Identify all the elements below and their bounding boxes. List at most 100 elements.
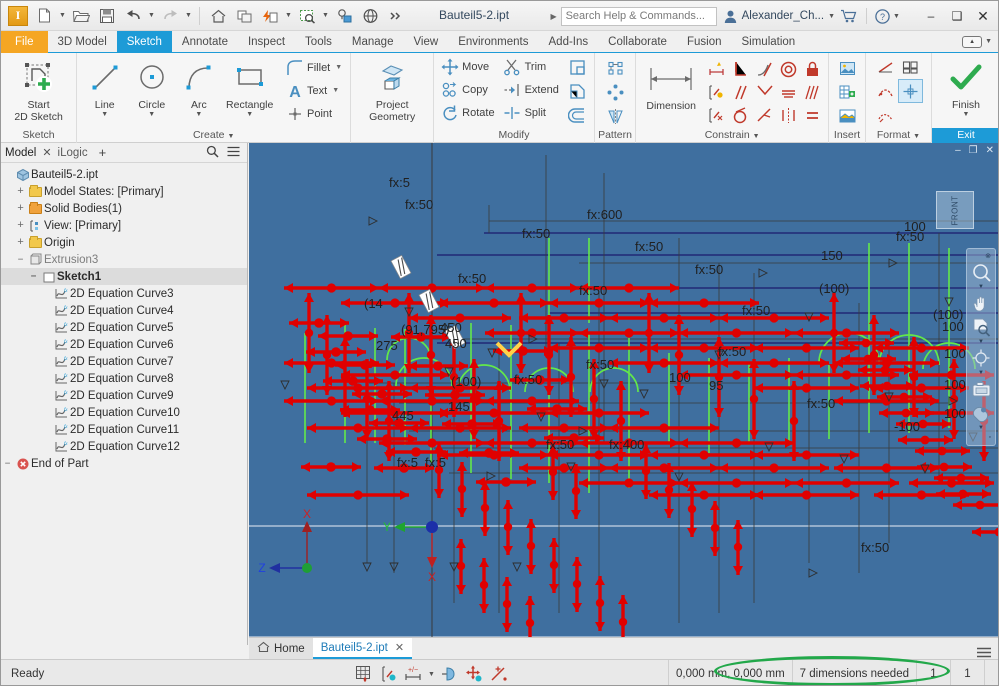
tree-item[interactable]: fx 2D Equation Curve5 xyxy=(1,319,247,336)
navbar-options-icon[interactable]: ▫ xyxy=(989,434,991,441)
line-dropdown-caret[interactable]: ▼ xyxy=(101,111,108,118)
orbit-tool-caret[interactable]: ▼ xyxy=(978,370,984,377)
tangent2-constraint-icon[interactable] xyxy=(728,103,753,127)
viewport-close-button[interactable]: ✕ xyxy=(983,145,997,156)
view-cube[interactable]: FRONT xyxy=(936,191,974,229)
new-document-dropdown[interactable]: ▼ xyxy=(57,4,68,28)
rotate-button[interactable]: Rotate xyxy=(438,101,498,124)
line-button[interactable]: Line ▼ xyxy=(81,56,128,118)
tree-item[interactable]: fx 2D Equation Curve4 xyxy=(1,302,247,319)
material-icon[interactable] xyxy=(332,4,356,28)
undo-dropdown[interactable]: ▼ xyxy=(146,4,157,28)
point-button[interactable]: Point xyxy=(283,102,346,125)
navbar-close-icon[interactable]: ⊗ xyxy=(985,252,991,260)
browser-add-tab-button[interactable]: + xyxy=(92,145,107,160)
zoom-tool-caret[interactable]: ▼ xyxy=(978,284,984,291)
window-close-button[interactable]: ✕ xyxy=(970,3,996,29)
smooth-constraint-icon[interactable] xyxy=(800,80,825,104)
redo-arrow-icon[interactable] xyxy=(158,4,182,28)
shopping-cart-icon[interactable] xyxy=(838,5,860,27)
open-folder-icon[interactable] xyxy=(69,4,93,28)
dynamic-input-icon[interactable] xyxy=(463,663,485,685)
hide-constraints-icon[interactable] xyxy=(704,103,729,127)
auto-dimension-icon[interactable] xyxy=(704,57,729,81)
normal-geometry-icon[interactable] xyxy=(873,103,898,127)
return-icon[interactable] xyxy=(232,4,256,28)
tab-fusion[interactable]: Fusion xyxy=(677,31,732,53)
model-tree[interactable]: Bauteil5-2.ipt + Model States: [Primary] + S… xyxy=(1,163,247,645)
tab-home[interactable]: Home xyxy=(249,638,313,659)
tab-view[interactable]: View xyxy=(403,31,448,53)
concentric-constraint-icon[interactable] xyxy=(776,57,801,81)
rectangle-button[interactable]: Rectangle ▼ xyxy=(222,56,277,118)
tree-expander-icon[interactable]: – xyxy=(27,271,40,283)
stretch-icon[interactable] xyxy=(565,79,590,103)
pan-hand-tool-icon[interactable] xyxy=(968,291,994,315)
tree-item[interactable]: fx 2D Equation Curve12 xyxy=(1,438,247,455)
inventor-logo-icon[interactable]: I xyxy=(6,4,30,28)
tab-inspect[interactable]: Inspect xyxy=(238,31,295,53)
tree-expander-icon[interactable]: – xyxy=(14,254,27,266)
look-at-tool-icon[interactable] xyxy=(968,401,994,425)
search-icon[interactable] xyxy=(206,145,219,161)
ribbon-options-caret[interactable]: ▼ xyxy=(985,38,992,45)
circle-button[interactable]: Circle ▼ xyxy=(128,56,175,118)
dimension-input-caret[interactable]: ▼ xyxy=(428,671,435,678)
insert-acad-icon[interactable] xyxy=(835,104,860,128)
scale-icon[interactable] xyxy=(565,55,590,79)
viewport-restore-button[interactable]: ❐ xyxy=(966,145,981,156)
doc-tabs-overflow[interactable] xyxy=(976,647,998,659)
home-icon[interactable] xyxy=(206,4,230,28)
tree-item[interactable]: – Sketch1 xyxy=(1,268,247,285)
tree-item[interactable]: fx 2D Equation Curve6 xyxy=(1,336,247,353)
mirror-icon[interactable] xyxy=(603,104,628,128)
tangent-constraint-icon[interactable] xyxy=(752,57,777,81)
tab-environments[interactable]: Environments xyxy=(448,31,538,53)
user-dropdown-caret[interactable]: ▼ xyxy=(828,13,835,20)
centerline-icon[interactable] xyxy=(873,79,898,103)
finish-sketch-button[interactable]: Finish ▼ xyxy=(936,56,996,118)
appearance-sphere-icon[interactable] xyxy=(358,4,382,28)
tab-collaborate[interactable]: Collaborate xyxy=(598,31,677,53)
horizontal-constraint-icon[interactable] xyxy=(752,103,777,127)
look-at-caret[interactable]: ▼ xyxy=(978,425,984,432)
resize-grip-icon[interactable] xyxy=(984,660,998,685)
tab-bauteil5-2-close-icon[interactable]: ✕ xyxy=(395,641,404,654)
perpendicular-constraint-icon[interactable] xyxy=(728,57,753,81)
relax-mode-icon[interactable] xyxy=(488,663,510,685)
tab-bauteil5-2[interactable]: Bauteil5-2.ipt ✕ xyxy=(312,638,413,659)
arc-dropdown-caret[interactable]: ▼ xyxy=(195,111,202,118)
tree-item[interactable]: fx 2D Equation Curve3 xyxy=(1,285,247,302)
help-dropdown[interactable]: ▼ xyxy=(891,4,902,28)
tab-annotate[interactable]: Annotate xyxy=(172,31,238,53)
rectangular-pattern-icon[interactable] xyxy=(603,56,628,80)
tab-add-ins[interactable]: Add-Ins xyxy=(539,31,599,53)
tree-expander-icon[interactable]: + xyxy=(14,220,27,232)
insert-image-icon[interactable] xyxy=(835,56,860,80)
lightning-update-icon[interactable] xyxy=(258,4,282,28)
grid-snap-icon[interactable] xyxy=(353,663,375,685)
start-2d-sketch-button[interactable]: Start 2D Sketch xyxy=(8,56,70,123)
finish-dropdown-caret[interactable]: ▼ xyxy=(963,111,970,118)
orbit-tool-icon[interactable] xyxy=(968,346,994,370)
zoom-window-tool-icon[interactable] xyxy=(968,315,994,339)
center-point-icon[interactable] xyxy=(898,79,924,103)
update-dropdown[interactable]: ▼ xyxy=(283,4,294,28)
exit-button[interactable]: Exit xyxy=(932,128,998,143)
window-maximize-button[interactable]: ❑ xyxy=(944,3,970,29)
ribbon-collapse-icon[interactable]: ▲ xyxy=(962,35,983,48)
show-constraints-icon[interactable] xyxy=(704,80,729,104)
zoom-tool-icon[interactable] xyxy=(968,260,994,284)
format-panel-caret[interactable]: ▼ xyxy=(913,133,920,140)
circular-pattern-icon[interactable] xyxy=(603,80,628,104)
tree-expander-icon[interactable]: + xyxy=(14,203,27,215)
tab-tools[interactable]: Tools xyxy=(295,31,342,53)
tab-file[interactable]: File xyxy=(1,31,48,53)
search-expand-icon[interactable]: ▶ xyxy=(550,12,556,21)
sketch-viewport[interactable]: – ❐ ✕ fx:5 fx:50 fx:600 fx:50 fx:50 fx:50 100 f… xyxy=(249,143,998,637)
text-dropdown-caret[interactable]: ▼ xyxy=(332,87,339,94)
fillet-button[interactable]: Fillet ▼ xyxy=(283,56,346,79)
split-button[interactable]: Split xyxy=(501,101,563,124)
move-button[interactable]: Move xyxy=(438,55,498,78)
user-account-button[interactable]: Alexander_Ch... ▼ xyxy=(723,9,835,24)
